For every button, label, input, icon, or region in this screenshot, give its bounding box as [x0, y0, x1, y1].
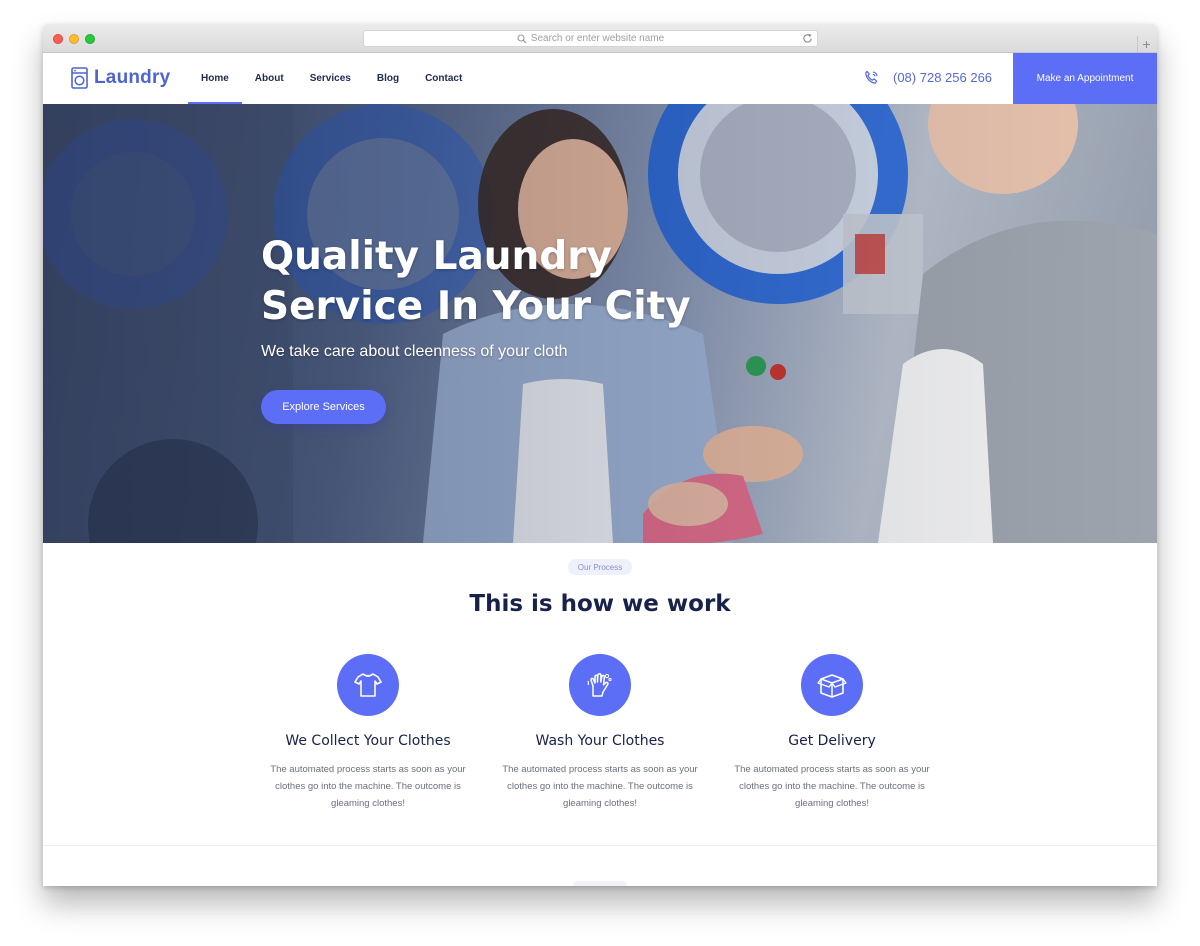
browser-titlebar: Search or enter website name +: [43, 24, 1157, 53]
phone-icon: [865, 70, 878, 84]
step-description: The automated process starts as soon as …: [502, 764, 698, 809]
logo-text: Laundry: [94, 67, 171, 88]
section-badge: Our Process: [568, 559, 632, 575]
section-divider: [43, 845, 1157, 846]
step-description: The automated process starts as soon as …: [734, 764, 930, 809]
phone-number: (08) 728 256 266: [893, 70, 993, 85]
nav-contact[interactable]: Contact: [412, 53, 475, 104]
step-title: We Collect Your Clothes: [285, 733, 451, 749]
maximize-window-button[interactable]: [85, 34, 95, 44]
step-icon-badge: [801, 654, 863, 716]
next-section-badge: [573, 881, 627, 886]
address-placeholder: Search or enter website name: [530, 33, 665, 44]
close-window-button[interactable]: [53, 34, 63, 44]
browser-window: Search or enter website name + Laundry H…: [43, 24, 1157, 886]
washing-machine-icon: [71, 67, 88, 89]
nav-services[interactable]: Services: [297, 53, 364, 104]
step-icon-badge: [569, 654, 631, 716]
process-step-wash: Wash Your Clothes The automated process …: [495, 654, 705, 812]
nav-home[interactable]: Home: [188, 53, 242, 104]
washing-hands-icon: [587, 673, 612, 697]
reload-icon[interactable]: [802, 33, 813, 44]
search-icon: [517, 33, 527, 43]
address-bar[interactable]: Search or enter website name: [363, 30, 818, 47]
hero-title: Quality Laundry Service In Your City: [261, 232, 721, 332]
new-tab-button[interactable]: +: [1137, 36, 1155, 53]
process-step-delivery: Get Delivery The automated process start…: [727, 654, 937, 812]
hero-title-line1: Quality Laundry: [261, 234, 612, 279]
section-title: This is how we work: [469, 591, 731, 617]
step-title: Get Delivery: [788, 733, 876, 749]
hero-title-line2: Service In Your City: [261, 284, 691, 329]
explore-services-button[interactable]: Explore Services: [261, 390, 386, 424]
box-icon: [817, 674, 847, 698]
main-nav: Home About Services Blog Contact: [188, 53, 475, 104]
minimize-window-button[interactable]: [69, 34, 79, 44]
site-header: Laundry Home About Services Blog Contact…: [43, 53, 1157, 104]
nav-about[interactable]: About: [242, 53, 297, 104]
process-step-collect: We Collect Your Clothes The automated pr…: [263, 654, 473, 812]
nav-blog[interactable]: Blog: [364, 53, 412, 104]
step-icon-badge: [337, 654, 399, 716]
logo[interactable]: Laundry: [71, 67, 170, 89]
tshirt-icon: [354, 673, 382, 697]
step-description: The automated process starts as soon as …: [270, 764, 466, 809]
hero-subtitle: We take care about cleenness of your clo…: [261, 343, 568, 360]
step-title: Wash Your Clothes: [535, 733, 665, 749]
phone-contact[interactable]: (08) 728 256 266: [863, 69, 992, 86]
hero-section: Quality Laundry Service In Your City We …: [43, 104, 1157, 543]
make-appointment-button[interactable]: Make an Appointment: [1013, 53, 1157, 104]
process-section: Our Process This is how we work We Colle…: [43, 543, 1157, 886]
